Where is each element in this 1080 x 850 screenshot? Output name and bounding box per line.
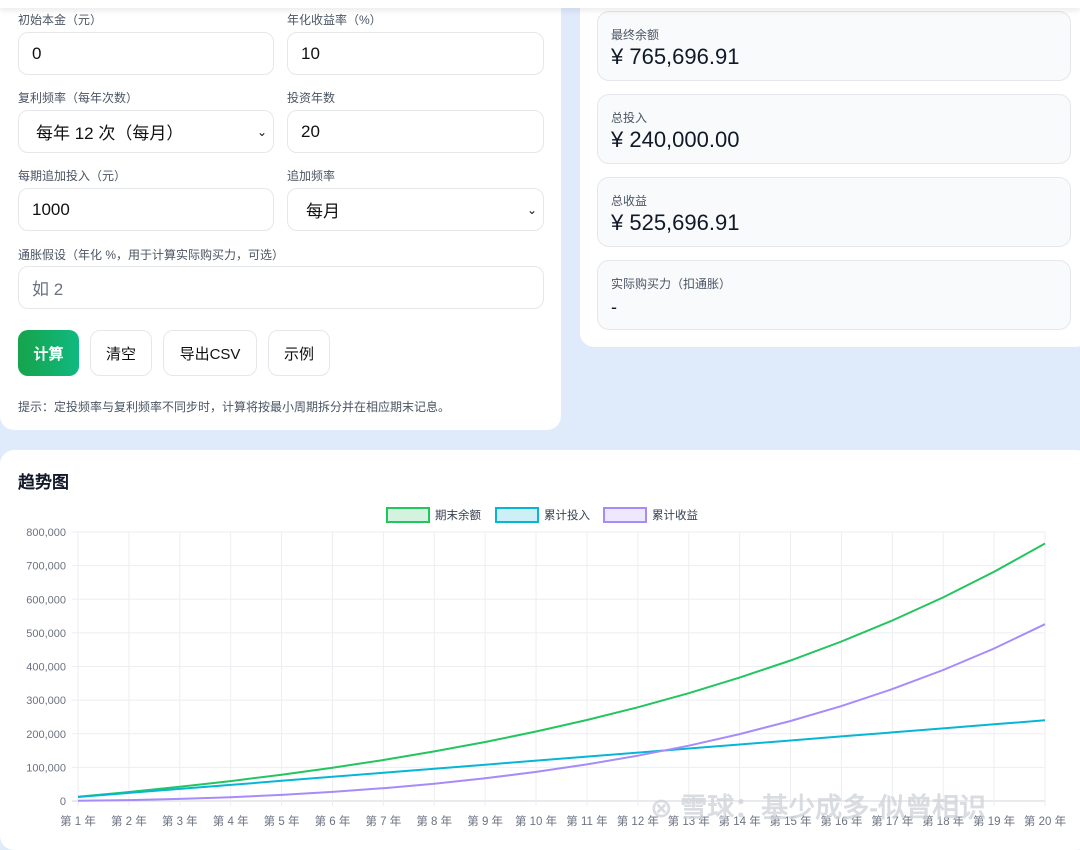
- inflation-input[interactable]: 如 2: [18, 266, 544, 309]
- contrib-label: 每期追加投入（元）: [18, 167, 126, 184]
- x-tick-label: 第 9 年: [467, 814, 503, 828]
- compound-label: 复利频率（每年次数）: [18, 89, 138, 106]
- contrib-freq-value: 每月: [306, 197, 340, 222]
- stat-label: 实际购买力（扣通胀）: [611, 275, 731, 292]
- chevron-down-icon: ⌄: [527, 203, 537, 217]
- principal-input[interactable]: 0: [18, 32, 274, 75]
- x-tick-label: 第 2 年: [111, 814, 147, 828]
- hint-text: 提示：定投频率与复利频率不同步时，计算将按最小周期拆分并在相应期末记息。: [18, 398, 450, 415]
- stat-total-invested: 总投入 ¥ 240,000.00: [597, 94, 1071, 164]
- y-tick-label: 400,000: [26, 662, 66, 674]
- stat-value: ¥ 240,000.00: [611, 127, 739, 153]
- x-tick-label: 第 5 年: [264, 814, 300, 828]
- example-button[interactable]: 示例: [268, 330, 330, 376]
- years-input[interactable]: 20: [287, 110, 544, 153]
- x-tick-label: 第 1 年: [60, 814, 96, 828]
- x-tick-label: 第 20 年: [1024, 814, 1066, 828]
- legend-swatch: [387, 508, 429, 522]
- trend-chart: 0 100,000 200,000 300,000 400,000 500,000 600,…: [0, 450, 1080, 839]
- clear-button[interactable]: 清空: [90, 330, 152, 376]
- y-tick-label: 600,000: [26, 594, 66, 606]
- top-bar: [0, 0, 1080, 8]
- stat-value: -: [611, 297, 617, 318]
- chart-card: 趋势图 0100,000200,000300,000400,000500,000…: [0, 450, 1080, 850]
- stat-total-gain: 总收益 ¥ 525,696.91: [597, 177, 1071, 247]
- stat-real-purchasing-power: 实际购买力（扣通胀） -: [597, 260, 1071, 330]
- y-tick-label: 800,000: [26, 527, 66, 539]
- y-tick-label: 100,000: [26, 762, 66, 774]
- compound-value: 每年 12 次（每月）: [36, 119, 183, 144]
- compound-select[interactable]: 每年 12 次（每月） ⌄: [18, 110, 274, 153]
- contrib-freq-select[interactable]: 每月 ⌄: [287, 188, 544, 231]
- export-csv-button[interactable]: 导出CSV: [163, 330, 257, 376]
- y-tick-label: 500,000: [26, 628, 66, 640]
- y-tick-label: 700,000: [26, 561, 66, 573]
- calculate-button[interactable]: 计算: [18, 330, 79, 376]
- legend-label: 累计投入: [544, 508, 590, 522]
- x-tick-label: 第 4 年: [213, 814, 249, 828]
- legend-label: 累计收益: [652, 508, 698, 522]
- principal-label: 初始本金（元）: [18, 11, 102, 28]
- rate-input[interactable]: 10: [287, 32, 544, 75]
- stat-value: ¥ 525,696.91: [611, 210, 739, 236]
- y-tick-label: 300,000: [26, 695, 66, 707]
- stat-label: 最终余额: [611, 26, 659, 43]
- watermark: ⊗ 雪球：基少成多-似曾相识: [650, 792, 986, 823]
- stat-label: 总收益: [611, 192, 647, 209]
- legend-label: 期末余额: [435, 508, 481, 522]
- chevron-down-icon: ⌄: [257, 125, 267, 139]
- y-tick-label: 200,000: [26, 729, 66, 741]
- years-label: 投资年数: [287, 89, 335, 106]
- contrib-freq-label: 追加频率: [287, 167, 335, 184]
- input-form-card: 初始本金（元） 0 年化收益率（%） 10 复利频率（每年次数） 每年 12 次…: [0, 0, 561, 430]
- rate-label: 年化收益率（%）: [287, 11, 382, 28]
- x-tick-label: 第 8 年: [416, 814, 452, 828]
- x-tick-label: 第 11 年: [566, 814, 607, 828]
- y-tick-label: 0: [60, 796, 66, 808]
- x-tick-label: 第 7 年: [365, 814, 401, 828]
- stat-value: ¥ 765,696.91: [611, 44, 739, 70]
- legend-swatch: [604, 508, 646, 522]
- x-tick-label: 第 3 年: [162, 814, 198, 828]
- inflation-label: 通胀假设（年化 %，用于计算实际购买力，可选）: [18, 246, 284, 263]
- series-line-1: [78, 720, 1045, 797]
- series-line-2: [78, 624, 1045, 801]
- x-tick-label: 第 10 年: [515, 814, 557, 828]
- results-card: 最终余额 ¥ 765,696.91 总投入 ¥ 240,000.00 总收益 ¥…: [580, 0, 1080, 347]
- x-tick-label: 第 6 年: [315, 814, 351, 828]
- stat-label: 总投入: [611, 109, 647, 126]
- stat-final-balance: 最终余额 ¥ 765,696.91: [597, 11, 1071, 81]
- legend-swatch: [496, 508, 538, 522]
- contrib-input[interactable]: 1000: [18, 188, 274, 231]
